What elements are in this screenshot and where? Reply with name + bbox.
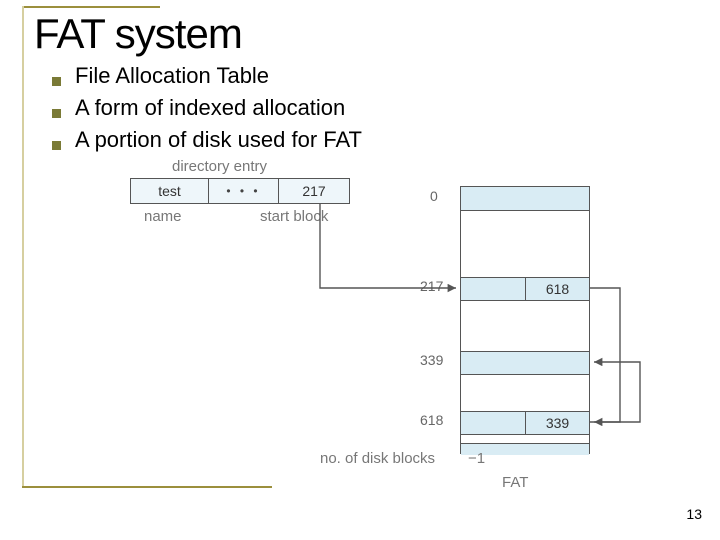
bullet-item: A form of indexed allocation [52,92,362,124]
no-of-blocks-label: no. of disk blocks [320,450,435,467]
fat-index-618: 618 [420,412,544,428]
page-number: 13 [686,506,702,522]
fat-index-217: 217 [420,278,544,294]
fat-diagram: directory entry test • • • 217 name star… [120,158,680,512]
slide-title: FAT system [34,10,242,58]
bullet-icon [52,109,61,118]
bullet-icon [52,77,61,86]
bullet-item: A portion of disk used for FAT [52,124,362,156]
directory-entry-box: test • • • 217 [130,178,350,204]
neg-one-label: −1 [468,450,485,467]
entry-start: 217 [279,179,349,203]
fat-index-339: 339 [420,352,544,368]
bullet-text: File Allocation Table [75,60,269,92]
directory-entry-label: directory entry [172,158,267,175]
column-name-label: name [144,208,182,225]
bullet-text: A form of indexed allocation [75,92,345,124]
left-rule [22,6,24,486]
fat-index-0: 0 [430,188,544,204]
top-rule [22,6,160,8]
column-start-label: start block [260,208,328,225]
bullet-text: A portion of disk used for FAT [75,124,362,156]
bullet-item: File Allocation Table [52,60,362,92]
bullet-list: File Allocation Table A form of indexed … [52,60,362,156]
fat-label: FAT [502,474,528,491]
entry-dots: • • • [209,179,279,203]
entry-name: test [131,179,209,203]
slide: FAT system File Allocation Table A form … [0,0,720,540]
bullet-icon [52,141,61,150]
